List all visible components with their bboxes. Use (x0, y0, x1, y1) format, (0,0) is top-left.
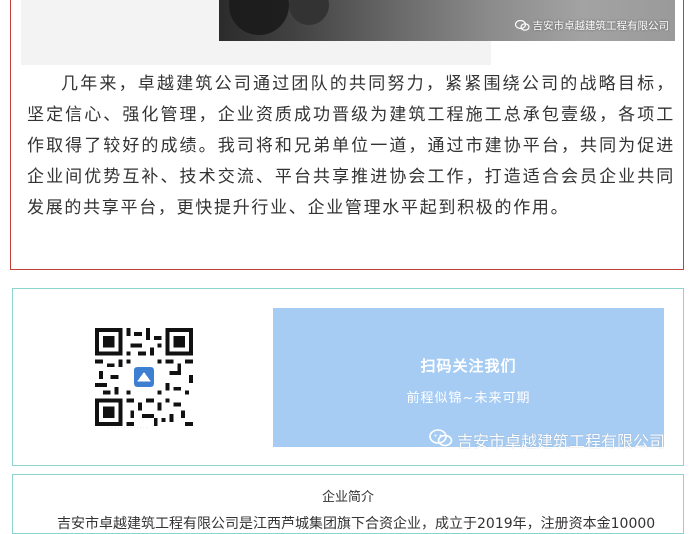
watermark-text: 吉安市卓越建筑工程有限公司 (456, 432, 665, 451)
article-paragraph: 几年来，卓越建筑公司通过团队的共同努力，紧紧围绕公司的战略目标，坚定信心、强化管… (27, 74, 675, 218)
follow-panel: 扫码关注我们 前程似锦~未来可期 吉安市卓越建筑工程有限公司 (273, 308, 665, 451)
wechat-icon (514, 19, 530, 31)
article-card: 吉安市卓越建筑工程有限公司 几年来，卓越建筑公司通过团队的共同努力，紧紧围绕公司… (10, 0, 684, 270)
intro-card: 企业简介 吉安市卓越建筑工程有限公司是江西芦城集团旗下合资企业，成立于2019年… (12, 474, 684, 534)
watermark-text: 吉安市卓越建筑工程有限公司 (532, 20, 670, 32)
follow-card: · · · · · · · · · · · · · 扫码关注我们 前程似锦~未来… (12, 288, 684, 466)
article-photo: 吉安市卓越建筑工程有限公司 (219, 0, 675, 41)
qr-code[interactable] (95, 328, 193, 426)
photo-watermark: 吉安市卓越建筑工程有限公司 (514, 18, 670, 33)
photo-object (289, 0, 329, 25)
follow-watermark: 吉安市卓越建筑工程有限公司 (429, 428, 665, 452)
wechat-icon (429, 429, 453, 451)
intro-title: 企业简介 (321, 490, 374, 505)
follow-subtitle: 前程似锦~未来可期 (406, 391, 531, 406)
intro-text: 吉安市卓越建筑工程有限公司是江西芦城集团旗下合资企业，成立于2019年，注册资本… (57, 516, 656, 532)
qr-caption: · · · · · · · · · · · · · (108, 425, 148, 431)
follow-title: 扫码关注我们 (420, 357, 517, 375)
photo-object (229, 0, 289, 35)
